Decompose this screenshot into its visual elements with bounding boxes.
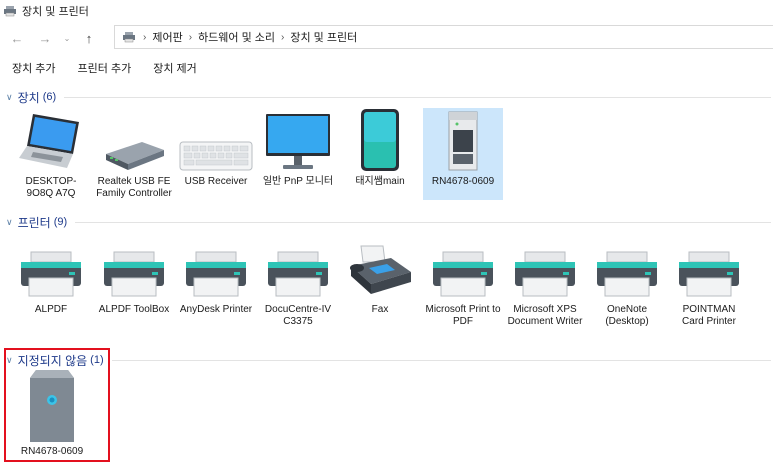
phone-icon (340, 108, 420, 172)
device-tile-usb-receiver[interactable]: USB Receiver (176, 108, 256, 188)
navigation-bar: ← → ⌄ ↑ › 제어판 › 하드웨어 및 소리 › 장치 및 프린터 (0, 24, 773, 52)
device-label: 태지쌤main (355, 176, 405, 187)
printer-tile-onenote[interactable]: OneNote (Desktop) (587, 236, 667, 328)
printer-icon (423, 236, 503, 300)
printer-tile-fax[interactable]: Fax (340, 236, 420, 316)
command-bar: 장치 추가 프린터 추가 장치 제거 (0, 56, 773, 80)
window-title: 장치 및 프린터 (22, 6, 89, 18)
breadcrumb-separator-icon: › (188, 31, 193, 43)
breadcrumb-devices-printers[interactable]: 장치 및 프린터 (290, 29, 357, 45)
fax-icon (340, 236, 420, 300)
group-name: 장치 (17, 90, 40, 105)
group-count: (9) (53, 216, 68, 228)
printer-label: POINTMAN Card Printer (682, 304, 736, 327)
device-label: USB Receiver (184, 176, 248, 187)
device-tile-rn4678[interactable]: RN4678-0609 (423, 108, 503, 200)
device-tile-monitor[interactable]: 일반 PnP 모니터 (258, 108, 338, 188)
device-label: Realtek USB FE Family Controller (96, 176, 172, 199)
group-header-devices[interactable]: ∨ 장치 (6) (6, 88, 771, 106)
printer-label: AnyDesk Printer (179, 304, 253, 315)
add-device-button[interactable]: 장치 추가 (12, 60, 56, 76)
printer-icon (505, 236, 585, 300)
printer-icon (669, 236, 749, 300)
printer-icon (258, 236, 338, 300)
printer-icon (176, 236, 256, 300)
printer-label: Fax (371, 304, 389, 315)
printer-label: Microsoft Print to PDF (425, 304, 501, 327)
group-divider (111, 359, 771, 361)
printer-tile-docucentre[interactable]: DocuCentre-IV C3375 (258, 236, 338, 328)
printer-label: ALPDF (34, 304, 68, 315)
bluetooth-device-icon (423, 108, 503, 172)
printer-label: DocuCentre-IV C3375 (264, 304, 332, 327)
group-divider (75, 221, 771, 223)
device-label: RN4678-0609 (431, 176, 495, 187)
breadcrumb-separator-icon: › (143, 31, 147, 43)
device-label: RN4678-0609 (20, 446, 84, 457)
breadcrumb-separator-icon: › (281, 31, 285, 43)
unspecified-tile-rn4678[interactable]: RN4678-0609 (12, 370, 92, 458)
monitor-icon (258, 108, 338, 172)
group-name: 프린터 (17, 215, 51, 230)
device-label: DESKTOP-9O8Q A7Q (25, 176, 77, 199)
printer-label: OneNote (Desktop) (605, 304, 649, 327)
back-arrow-icon[interactable]: ← (6, 27, 28, 49)
remove-device-button[interactable]: 장치 제거 (153, 60, 197, 76)
printer-tile-alpdf[interactable]: ALPDF (11, 236, 91, 316)
laptop-icon (11, 108, 91, 172)
chevron-down-icon[interactable]: ∨ (6, 92, 13, 103)
chevron-down-icon[interactable]: ∨ (6, 217, 13, 228)
printer-label: ALPDF ToolBox (98, 304, 170, 315)
group-count: (6) (42, 91, 57, 103)
recent-locations-chevron-icon[interactable]: ⌄ (60, 27, 74, 49)
printer-tile-pointman[interactable]: POINTMAN Card Printer (669, 236, 749, 328)
up-arrow-icon[interactable]: ↑ (78, 27, 100, 49)
printer-tile-ms-print-pdf[interactable]: Microsoft Print to PDF (423, 236, 503, 328)
group-header-printers[interactable]: ∨ 프린터 (9) (6, 213, 771, 231)
devices-printers-icon (123, 32, 135, 43)
printer-label: Microsoft XPS Document Writer (507, 304, 583, 327)
printer-icon (587, 236, 667, 300)
breadcrumb-hardware-sound[interactable]: 하드웨어 및 소리 (198, 29, 275, 45)
printer-icon (11, 236, 91, 300)
device-tile-realtek[interactable]: Realtek USB FE Family Controller (94, 108, 174, 200)
network-adapter-icon (94, 108, 174, 172)
devices-printers-icon (4, 6, 16, 17)
breadcrumb-control-panel[interactable]: 제어판 (152, 29, 182, 45)
add-printer-button[interactable]: 프린터 추가 (78, 60, 132, 76)
device-tile-phone[interactable]: 태지쌤main (340, 108, 420, 188)
printer-tile-alpdf-toolbox[interactable]: ALPDF ToolBox (94, 236, 174, 316)
device-tile-desktop[interactable]: DESKTOP-9O8Q A7Q (11, 108, 91, 208)
group-divider (64, 96, 771, 98)
printer-tile-anydesk[interactable]: AnyDesk Printer (176, 236, 256, 316)
address-bar[interactable]: › 제어판 › 하드웨어 및 소리 › 장치 및 프린터 (114, 25, 773, 49)
printer-tile-ms-xps[interactable]: Microsoft XPS Document Writer (505, 236, 585, 328)
title-bar: 장치 및 프린터 (0, 0, 773, 22)
printer-icon (94, 236, 174, 300)
group-header-unspecified[interactable]: ∨ 지정되지 않음 (1) (6, 351, 771, 369)
unspecified-device-icon (12, 370, 92, 442)
keyboard-icon (176, 108, 256, 172)
forward-arrow-icon[interactable]: → (34, 27, 56, 49)
device-label: 일반 PnP 모니터 (262, 176, 334, 187)
